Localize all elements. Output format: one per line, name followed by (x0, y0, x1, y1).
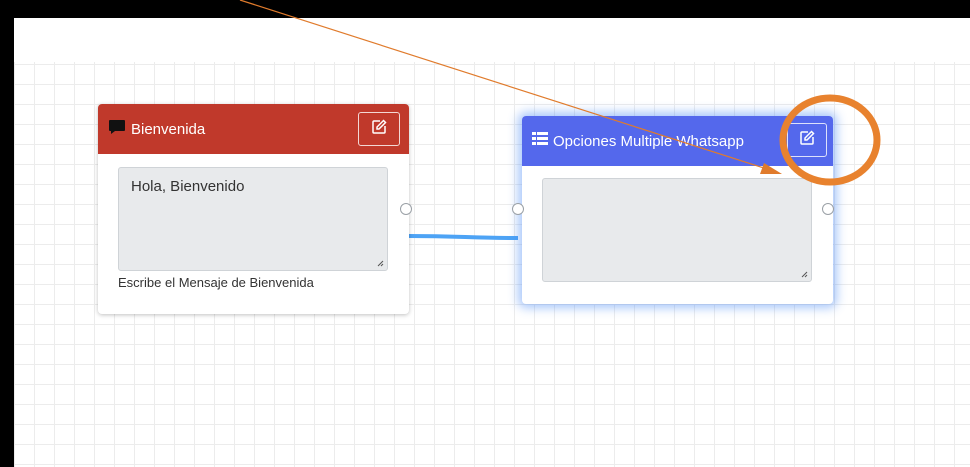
edit-icon (371, 119, 387, 139)
edit-icon (799, 130, 815, 150)
resize-handle-icon[interactable] (800, 270, 808, 278)
options-input-port[interactable] (512, 203, 524, 215)
resize-handle-icon[interactable] (376, 259, 384, 267)
welcome-node-title: Bienvenida (131, 120, 206, 138)
options-output-port[interactable] (822, 203, 834, 215)
welcome-message-text: Hola, Bienvenido (131, 178, 245, 195)
list-icon (532, 132, 548, 150)
welcome-edit-button[interactable] (358, 112, 400, 146)
welcome-message-textarea[interactable]: Hola, Bienvenido (118, 167, 388, 271)
comment-icon (108, 119, 126, 139)
options-node-header[interactable]: Opciones Multiple Whatsapp (522, 116, 833, 166)
node-connection[interactable] (408, 234, 519, 240)
options-node[interactable]: Opciones Multiple Whatsapp (512, 116, 834, 304)
options-textarea[interactable] (542, 178, 812, 282)
welcome-node-header[interactable]: Bienvenida (98, 104, 409, 154)
options-edit-button[interactable] (787, 123, 827, 157)
welcome-node[interactable]: Bienvenida Hola, Bienvenido Escribe el M… (98, 104, 412, 314)
options-node-title: Opciones Multiple Whatsapp (553, 132, 744, 150)
welcome-helper-text: Escribe el Mensaje de Bienvenida (118, 275, 314, 290)
welcome-output-port[interactable] (400, 203, 412, 215)
